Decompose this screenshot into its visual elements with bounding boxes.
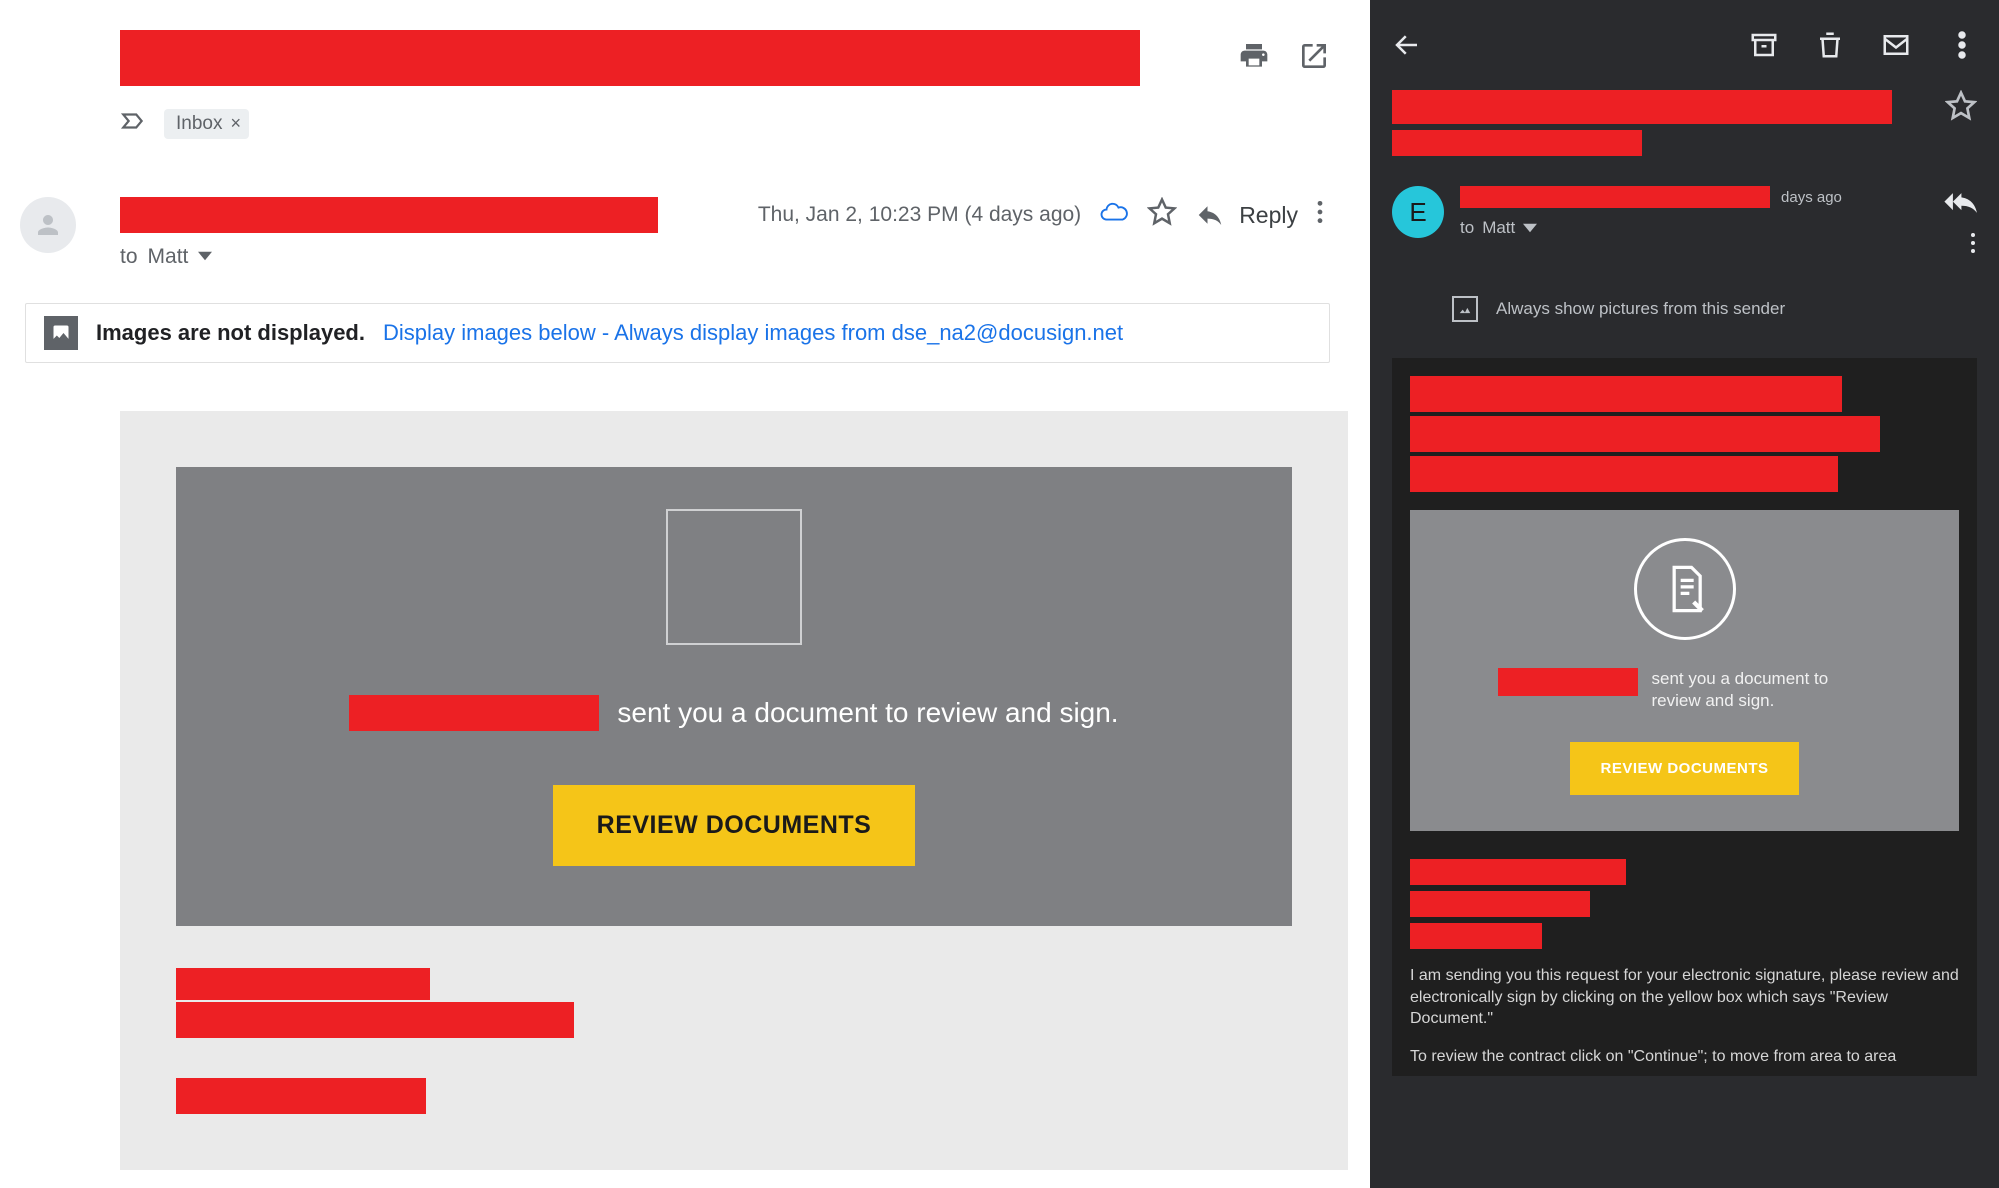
subject-row (25, 30, 1330, 86)
body-redacted-lines (176, 968, 1292, 1114)
sent-you-text: sent you a document to review and sign. (1652, 668, 1872, 712)
delete-icon[interactable] (1815, 30, 1845, 60)
mobile-subject-redacted (1392, 90, 1892, 156)
redacted-line (1410, 859, 1626, 885)
avatar-initial: E (1409, 197, 1426, 228)
mobile-body-paragraph-2: To review the contract click on "Continu… (1410, 1046, 1959, 1068)
attachment-cloud-icon[interactable] (1099, 197, 1129, 233)
subject-actions (1238, 30, 1330, 72)
sender-name-redacted (120, 197, 658, 233)
desktop-gmail-pane: Inbox × to Matt Thu, Jan 2, 10:23 PM (4 … (0, 0, 1370, 1188)
subject-redacted (120, 30, 1140, 86)
star-icon[interactable] (1147, 197, 1177, 233)
sent-you-text: sent you a document to review and sign. (617, 697, 1118, 729)
mobile-docusign-card: sent you a document to review and sign. … (1410, 510, 1959, 831)
important-marker-icon[interactable] (120, 108, 146, 139)
back-icon[interactable] (1392, 30, 1422, 60)
reply-all-icon[interactable] (1943, 186, 1977, 225)
recipient-expand-icon[interactable] (198, 245, 212, 269)
redacted-line (1410, 891, 1590, 917)
recipient-line[interactable]: to Matt (120, 245, 758, 269)
star-icon[interactable] (1945, 90, 1977, 127)
sent-you-line: sent you a document to review and sign. (176, 695, 1292, 731)
inbox-chip-remove-icon[interactable]: × (230, 113, 241, 134)
mobile-sent-you-line: sent you a document to review and sign. (1434, 668, 1935, 712)
more-menu-icon[interactable] (1316, 199, 1324, 231)
document-sign-icon (1634, 538, 1736, 640)
inbox-chip-label: Inbox (176, 113, 222, 135)
image-placeholder-icon (44, 316, 78, 350)
reply-button[interactable]: Reply (1195, 200, 1298, 230)
images-not-displayed-bar: Images are not displayed. Display images… (25, 303, 1330, 363)
always-show-pictures-link[interactable]: Always show pictures from this sender (1452, 296, 1977, 322)
print-icon[interactable] (1238, 40, 1270, 72)
mark-unread-icon[interactable] (1881, 30, 1911, 60)
message-header: to Matt Thu, Jan 2, 10:23 PM (4 days ago… (25, 197, 1330, 269)
mobile-body-redacted: I am sending you this request for your e… (1410, 859, 1959, 1075)
mobile-body-paragraph-1: I am sending you this request for your e… (1410, 965, 1959, 1030)
mobile-from-col: days ago to Matt (1460, 186, 1927, 238)
always-show-pictures-text: Always show pictures from this sender (1496, 299, 1785, 319)
labels-row: Inbox × (25, 108, 1330, 139)
mobile-sender-redacted (1460, 186, 1770, 208)
docusign-card: sent you a document to review and sign. … (176, 467, 1292, 926)
review-documents-button[interactable]: REVIEW DOCUMENTS (1570, 742, 1798, 795)
mobile-recipient-line[interactable]: to Matt (1460, 218, 1927, 238)
images-bar-bold: Images are not displayed. (96, 320, 365, 346)
mobile-email-body: sent you a document to review and sign. … (1392, 358, 1977, 1076)
mobile-gmail-pane: E days ago to Matt Always show (1370, 0, 1999, 1188)
placeholder-image-box (666, 509, 802, 645)
review-documents-button[interactable]: REVIEW DOCUMENTS (553, 785, 916, 866)
redacted-line (1410, 456, 1838, 492)
redacted-line (1410, 376, 1842, 412)
redacted-line (176, 1078, 426, 1114)
email-body: sent you a document to review and sign. … (120, 411, 1348, 1170)
sender-avatar (20, 197, 76, 253)
sent-sender-redacted (349, 695, 599, 731)
sender-avatar: E (1392, 186, 1444, 238)
more-menu-icon[interactable] (1947, 30, 1977, 60)
sender-column: to Matt (120, 197, 758, 269)
redacted-line (1410, 923, 1542, 949)
to-name: Matt (1482, 218, 1515, 238)
mobile-from-row: E days ago to Matt (1392, 186, 1977, 260)
archive-icon[interactable] (1749, 30, 1779, 60)
to-name: Matt (148, 245, 189, 269)
mobile-subject-row (1392, 90, 1977, 156)
to-prefix: to (120, 245, 138, 269)
redacted-line (176, 1002, 574, 1038)
mobile-header-actions (1943, 186, 1977, 260)
redacted-line (176, 968, 430, 1000)
reply-label: Reply (1239, 202, 1298, 229)
mobile-toolbar (1392, 18, 1977, 72)
message-timestamp: Thu, Jan 2, 10:23 PM (4 days ago) (758, 203, 1081, 227)
picture-icon (1452, 296, 1478, 322)
to-prefix: to (1460, 218, 1474, 238)
open-new-window-icon[interactable] (1298, 40, 1330, 72)
mobile-days-ago: days ago (1781, 189, 1842, 206)
display-images-link[interactable]: Display images below - Always display im… (383, 320, 1123, 346)
inbox-chip[interactable]: Inbox × (164, 109, 249, 139)
sent-sender-redacted (1498, 668, 1638, 696)
more-menu-icon[interactable] (1969, 231, 1977, 260)
header-meta: Thu, Jan 2, 10:23 PM (4 days ago) Reply (758, 197, 1324, 233)
redacted-line (1410, 416, 1880, 452)
